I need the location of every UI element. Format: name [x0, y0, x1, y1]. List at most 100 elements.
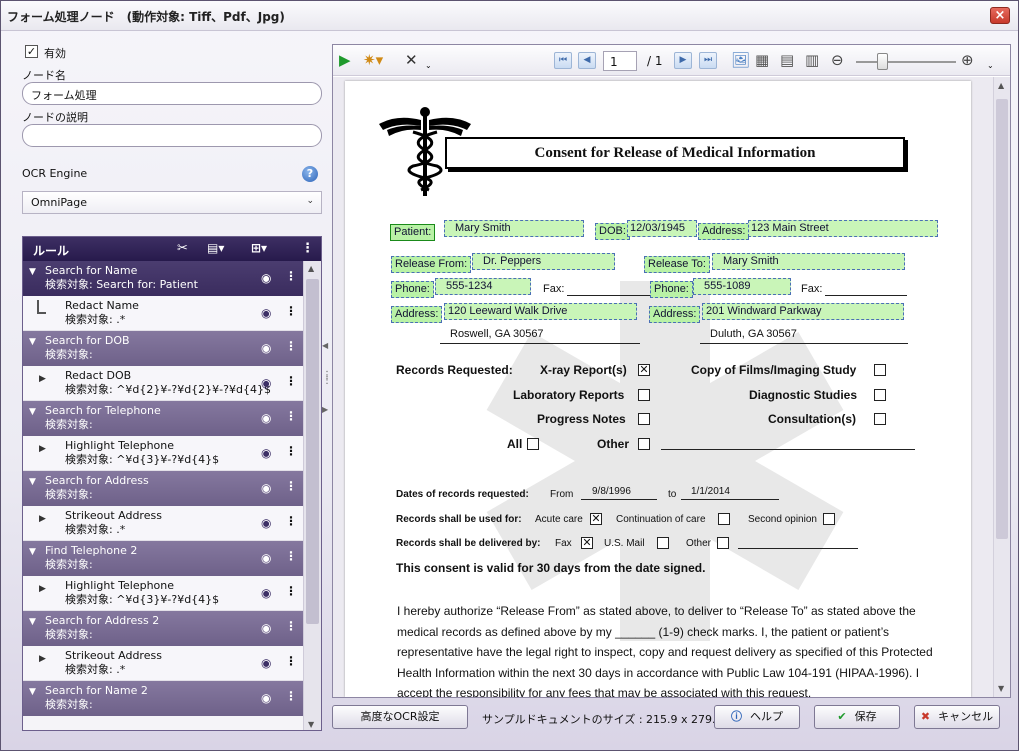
scroll-up-icon[interactable]: ▲ — [308, 264, 314, 273]
dob-field-label[interactable]: DOB: — [595, 223, 630, 240]
rule-action[interactable]: ▶ Strikeout Address 検索対象: .* ◉ ⋮ — [23, 646, 303, 681]
help-icon[interactable]: ? — [302, 166, 318, 182]
fit-width-icon[interactable]: ▤ — [780, 51, 794, 69]
clear-rules-icon[interactable]: ✂ — [177, 241, 188, 256]
rule-menu-icon[interactable]: ⋮ — [285, 514, 297, 528]
save-button[interactable]: ✔ 保存 — [814, 705, 900, 729]
rule-menu-icon[interactable]: ⋮ — [285, 304, 297, 318]
eye-icon[interactable]: ◉ — [261, 481, 271, 495]
expand-triangle-icon[interactable]: ▶ — [39, 442, 46, 456]
mail-delivery-checkbox[interactable] — [657, 537, 669, 549]
rule-menu-icon[interactable]: ⋮ — [285, 409, 297, 423]
eye-icon[interactable]: ◉ — [261, 551, 271, 565]
phone-value-2[interactable]: 555-1089 — [693, 278, 791, 295]
eye-icon[interactable]: ◉ — [261, 306, 271, 320]
patient-field-label[interactable]: Patient: — [390, 224, 436, 241]
patient-field-value[interactable]: Mary Smith — [444, 220, 584, 237]
address-label-1[interactable]: Address: — [391, 306, 443, 323]
panel-splitter[interactable]: ◀ ⋮ ⋮ ▶ — [320, 341, 332, 431]
fax-delivery-checkbox[interactable]: ✕ — [581, 537, 593, 549]
collapse-triangle-icon[interactable]: ▼ — [29, 405, 36, 419]
rules-menu-icon[interactable]: ⋮ — [301, 241, 314, 256]
fit-page-icon[interactable]: ▦ — [755, 51, 769, 69]
expand-triangle-icon[interactable]: ▶ — [39, 652, 46, 666]
fit-height-icon[interactable]: ▥ — [805, 51, 819, 69]
rule-action[interactable]: ▶ Redact DOB 検索対象: ^¥d{2}¥-?¥d{2}¥-?¥d{4}$… — [23, 366, 303, 401]
settings-gear-icon[interactable]: ✷▾ — [363, 51, 383, 69]
prev-page-button[interactable]: ◀ — [578, 52, 596, 69]
address-field-label[interactable]: Address: — [698, 223, 750, 240]
expand-triangle-icon[interactable]: ▶ — [39, 582, 46, 596]
cancel-button[interactable]: ✖ キャンセル — [914, 705, 1000, 729]
collapse-triangle-icon[interactable]: ▼ — [29, 615, 36, 629]
rule-action[interactable]: ▶ Highlight Telephone 検索対象: ^¥d{3}¥-?¥d{4}… — [23, 436, 303, 471]
rule-menu-icon[interactable]: ⋮ — [285, 374, 297, 388]
progress-notes-checkbox[interactable] — [638, 413, 650, 425]
document-canvas[interactable]: Consent for Release of Medical Informati… — [333, 77, 1010, 697]
xray-checkbox[interactable]: ✕ — [638, 364, 650, 376]
rule-menu-icon[interactable]: ⋮ — [285, 479, 297, 493]
consultations-checkbox[interactable] — [874, 413, 886, 425]
zoom-in-icon[interactable]: ⊕ — [961, 51, 974, 69]
doc-scroll-up-icon[interactable]: ▲ — [998, 81, 1004, 90]
second-opinion-checkbox[interactable] — [823, 513, 835, 525]
dob-field-value[interactable]: 12/03/1945 — [627, 220, 697, 237]
eye-icon[interactable]: ◉ — [261, 586, 271, 600]
rule-menu-icon[interactable]: ⋮ — [285, 619, 297, 633]
viewer-overflow-icon[interactable]: ⌄ — [987, 61, 994, 70]
clear-icon[interactable]: ✕ — [405, 51, 418, 69]
rule-menu-icon[interactable]: ⋮ — [285, 444, 297, 458]
doc-scroll-down-icon[interactable]: ▼ — [998, 684, 1004, 693]
eye-icon[interactable]: ◉ — [261, 376, 271, 390]
collapse-triangle-icon[interactable]: ▼ — [29, 545, 36, 559]
collapse-triangle-icon[interactable]: ▼ — [29, 685, 36, 699]
phone-value-1[interactable]: 555-1234 — [435, 278, 531, 295]
ocr-engine-select[interactable]: OmniPage ⌄ — [22, 191, 322, 214]
rules-scrollbar[interactable]: ▲ ▼ — [303, 261, 321, 730]
last-page-button[interactable]: ⏭ — [699, 52, 717, 69]
expand-triangle-icon[interactable]: ▶ — [39, 512, 46, 526]
address-value-1[interactable]: 120 Leeward Walk Drive — [444, 303, 637, 320]
copy-films-checkbox[interactable] — [874, 364, 886, 376]
lab-reports-checkbox[interactable] — [638, 389, 650, 401]
collapse-triangle-icon[interactable]: ▼ — [29, 475, 36, 489]
toolbar-overflow-icon[interactable]: ⌄ — [425, 61, 432, 70]
phone-label-1[interactable]: Phone: — [391, 281, 434, 298]
eye-icon[interactable]: ◉ — [261, 656, 271, 670]
advanced-ocr-button[interactable]: 高度なOCR設定 — [332, 705, 468, 729]
continuation-checkbox[interactable] — [718, 513, 730, 525]
rule-menu-icon[interactable]: ⋮ — [285, 584, 297, 598]
zoom-slider-handle[interactable] — [877, 53, 888, 70]
node-name-input[interactable]: フォーム処理 — [22, 82, 322, 105]
rule-action[interactable]: ▶ Strikeout Address 検索対象: .* ◉ ⋮ — [23, 506, 303, 541]
eye-icon[interactable]: ◉ — [261, 411, 271, 425]
child-connector-icon[interactable] — [37, 300, 46, 314]
run-icon[interactable]: ▶ — [339, 51, 351, 69]
rule-menu-icon[interactable]: ⋮ — [285, 549, 297, 563]
add-rule-icon[interactable]: ▤▾ — [207, 241, 224, 255]
rule-menu-icon[interactable]: ⋮ — [285, 654, 297, 668]
phone-label-2[interactable]: Phone: — [650, 281, 693, 298]
next-page-button[interactable]: ▶ — [674, 52, 692, 69]
other-delivery-checkbox[interactable] — [717, 537, 729, 549]
zoom-out-icon[interactable]: ⊖ — [831, 51, 844, 69]
all-checkbox[interactable] — [527, 438, 539, 450]
release-to-label[interactable]: Release To: — [644, 256, 710, 273]
release-to-value[interactable]: Mary Smith — [712, 253, 905, 270]
first-page-button[interactable]: ⏮ — [554, 52, 572, 69]
release-from-value[interactable]: Dr. Peppers — [472, 253, 615, 270]
document-scrollbar[interactable]: ▲ ▼ — [993, 77, 1010, 697]
rule-group[interactable]: ▼ Find Telephone 2 検索対象: ◉ ⋮ — [23, 541, 303, 576]
eye-icon[interactable]: ◉ — [261, 446, 271, 460]
address-field-value[interactable]: 123 Main Street — [748, 220, 938, 237]
rules-scroll-thumb[interactable] — [306, 279, 319, 624]
rule-action[interactable]: Redact Name 検索対象: .* ◉ ⋮ — [23, 296, 303, 331]
collapse-triangle-icon[interactable]: ▼ — [29, 335, 36, 349]
other-checkbox[interactable] — [638, 438, 650, 450]
eye-icon[interactable]: ◉ — [261, 271, 271, 285]
document-scroll-thumb[interactable] — [996, 99, 1008, 539]
rule-action[interactable]: ▶ Highlight Telephone 検索対象: ^¥d{3}¥-?¥d{4}… — [23, 576, 303, 611]
rule-group[interactable]: ▼ Search for Name 検索対象: Search for: Patien… — [23, 261, 303, 296]
rule-menu-icon[interactable]: ⋮ — [285, 339, 297, 353]
collapse-left-icon[interactable]: ◀ — [322, 341, 328, 350]
